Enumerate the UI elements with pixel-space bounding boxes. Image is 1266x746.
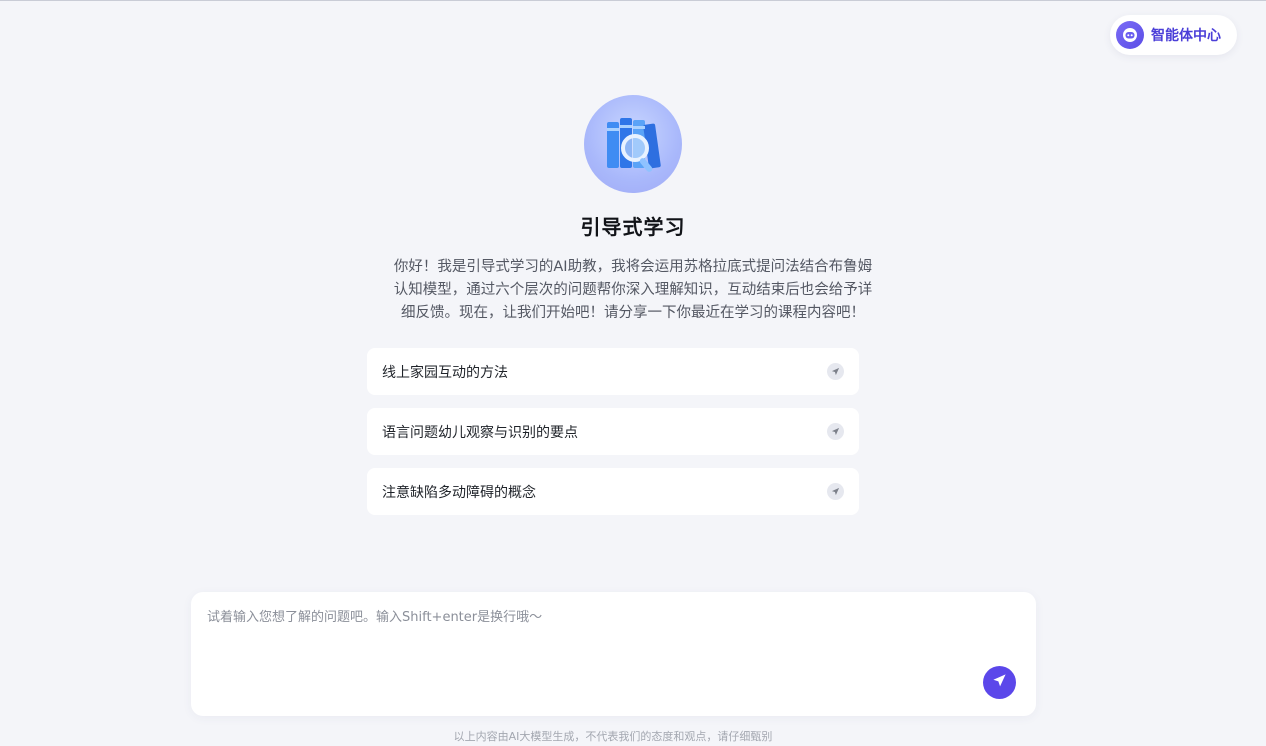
send-icon <box>827 423 844 440</box>
suggestion-item[interactable]: 注意缺陷多动障碍的概念 <box>367 468 859 515</box>
message-composer <box>191 592 1036 716</box>
page-title: 引导式学习 <box>580 215 686 239</box>
suggestion-text: 语言问题幼儿观察与识别的要点 <box>382 424 578 441</box>
assistant-intro-text: 你好！我是引导式学习的AI助教，我将会运用苏格拉底式提问法结合布鲁姆认知模型，通… <box>393 259 873 321</box>
send-icon <box>827 363 844 380</box>
suggestion-list: 线上家园互动的方法 语言问题幼儿观察与识别的要点 注意缺陷多动障碍的概念 <box>367 348 859 515</box>
robot-face-icon <box>1116 21 1144 49</box>
suggestion-text: 注意缺陷多动障碍的概念 <box>382 484 536 501</box>
send-icon <box>992 673 1007 692</box>
suggestion-text: 线上家园互动的方法 <box>382 364 508 381</box>
send-icon <box>827 483 844 500</box>
agent-center-label: 智能体中心 <box>1151 28 1221 44</box>
agent-center-button[interactable]: 智能体中心 <box>1110 15 1237 55</box>
suggestion-item[interactable]: 线上家园互动的方法 <box>367 348 859 395</box>
send-button[interactable] <box>983 666 1016 699</box>
ai-disclaimer: 以上内容由AI大模型生成，不代表我们的态度和观点，请仔细甄别 <box>453 730 773 743</box>
books-magnifier-icon <box>584 95 682 193</box>
message-input[interactable] <box>207 606 967 696</box>
hero-section: 引导式学习 你好！我是引导式学习的AI助教，我将会运用苏格拉底式提问法结合布鲁姆… <box>0 95 1266 325</box>
suggestion-item[interactable]: 语言问题幼儿观察与识别的要点 <box>367 408 859 455</box>
